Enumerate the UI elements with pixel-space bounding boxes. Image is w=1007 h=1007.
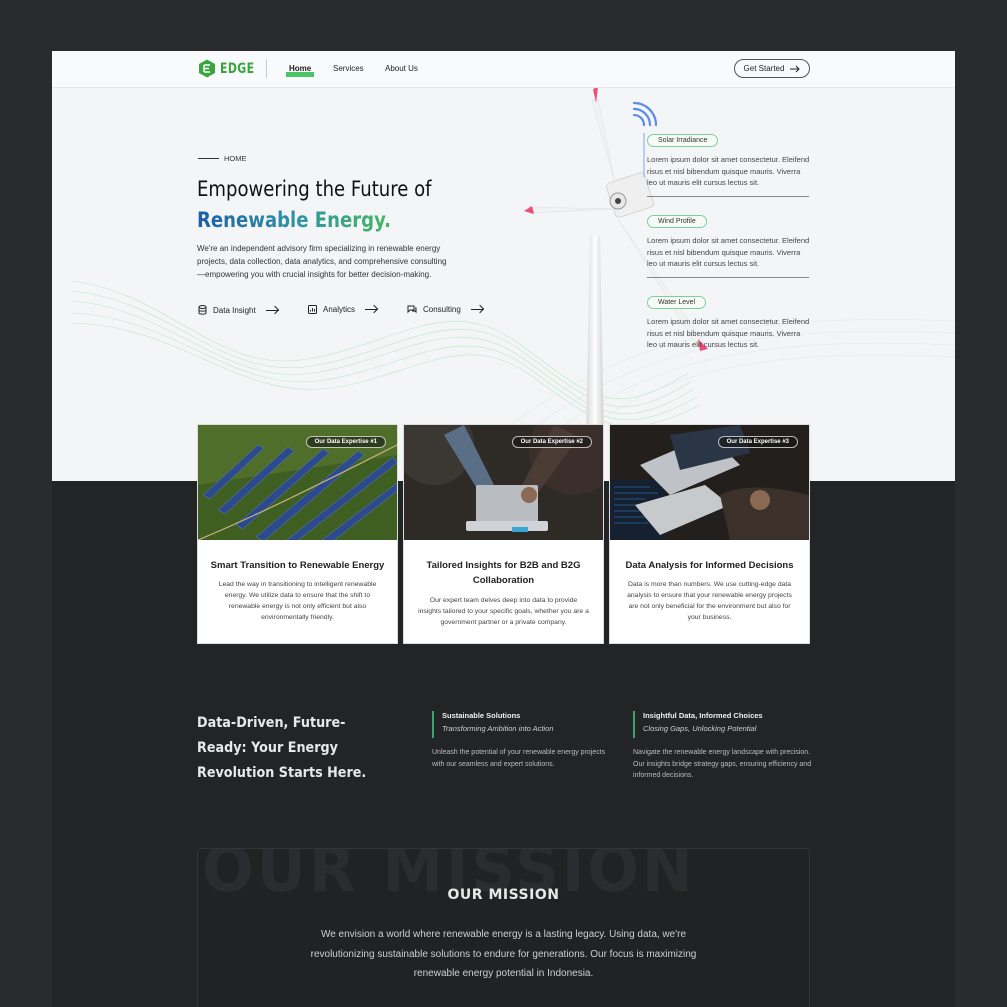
feature-subtitle: Transforming Ambition into Action	[442, 724, 554, 733]
hero-description: We're an independent advisory firm speci…	[197, 244, 447, 279]
feature-description: Navigate the renewable energy landscape …	[633, 749, 812, 779]
nav-divider	[266, 59, 267, 78]
mission-panel: OUR MISSION OUR MISSION We envision a wo…	[197, 848, 810, 1007]
card-badge: Our Data Expertise #2	[511, 436, 592, 448]
info-pill: Water Level	[647, 296, 707, 309]
card-description: Data is more than numbers. We use cuttin…	[627, 581, 792, 621]
feature-title: Insightful Data, Informed Choices	[643, 711, 763, 720]
card-badge: Our Data Expertise #1	[305, 436, 386, 448]
feature-subtitle: Closing Gaps, Unlocking Potential	[643, 724, 757, 733]
breadcrumb-label: HOME	[224, 154, 247, 163]
hero-section: EDGE Home Services About Us Get Started …	[52, 51, 955, 481]
solar-farm-image: Our Data Expertise #1	[198, 425, 397, 540]
expertise-card-3[interactable]: Our Data Expertise #3 Data Analysis for …	[609, 424, 810, 644]
consulting-label: Consulting	[423, 305, 461, 314]
expertise-cards: Our Data Expertise #1 Smart Transition t…	[197, 424, 810, 644]
expertise-card-2[interactable]: Our Data Expertise #2 Tailored Insights …	[403, 424, 604, 644]
hero-title-highlight: Renewable Energy.	[197, 208, 392, 232]
hero-title: Empowering the Future of	[197, 177, 432, 201]
feature-title: Sustainable Solutions	[442, 711, 521, 720]
feature-description: Unleash the potential of your renewable …	[432, 749, 606, 768]
nav-link-home[interactable]: Home	[289, 64, 311, 73]
info-text: Lorem ipsum dolor sit amet consectetur. …	[647, 236, 810, 268]
card-title: Tailored Insights for B2B and B2G Collab…	[426, 560, 581, 586]
hero-breadcrumb: HOME	[198, 154, 247, 163]
card-badge: Our Data Expertise #3	[717, 436, 798, 448]
arrow-right-icon	[265, 309, 278, 311]
analytics-link[interactable]: Analytics	[308, 305, 378, 314]
get-started-button[interactable]: Get Started	[734, 59, 810, 78]
brand-name: EDGE	[220, 60, 255, 77]
top-navbar: EDGE Home Services About Us Get Started	[52, 51, 955, 88]
info-text: Lorem ipsum dolor sit amet consectetur. …	[647, 155, 810, 187]
chat-icon	[407, 305, 417, 314]
card-description: Lead the way in transitioning to intelli…	[218, 581, 377, 621]
expertise-card-1[interactable]: Our Data Expertise #1 Smart Transition t…	[197, 424, 398, 644]
info-water-level: Water Level Lorem ipsum dolor sit amet c…	[647, 291, 812, 351]
breadcrumb-line	[198, 158, 219, 159]
card-title: Data Analysis for Informed Decisions	[625, 560, 794, 571]
card-title: Smart Transition to Renewable Energy	[210, 560, 385, 571]
info-divider	[647, 196, 809, 197]
hexagon-logo-icon	[199, 59, 215, 78]
arrow-right-icon	[790, 65, 801, 72]
feature-accent-bar	[633, 711, 635, 738]
section-heading: Data-Driven, Future-Ready: Your Energy R…	[197, 715, 367, 781]
mission-title: OUR MISSION	[447, 887, 560, 903]
data-insight-link[interactable]: Data Insight	[198, 305, 278, 315]
analytics-label: Analytics	[323, 305, 356, 314]
info-solar-irradiance: Solar Irradiance Lorem ipsum dolor sit a…	[647, 129, 812, 189]
nav-link-services[interactable]: Services	[333, 64, 364, 73]
data-insight-label: Data Insight	[213, 305, 256, 315]
info-pill: Wind Profile	[647, 215, 707, 228]
chart-icon	[308, 305, 317, 314]
arrow-right-icon	[365, 309, 378, 310]
database-icon	[198, 305, 207, 315]
get-started-label: Get Started	[743, 64, 785, 73]
nav-link-about-us[interactable]: About Us	[385, 64, 418, 73]
brand-logo[interactable]: EDGE	[198, 59, 264, 78]
card-description: Our expert team delves deep into data to…	[418, 597, 589, 626]
info-wind-profile: Wind Profile Lorem ipsum dolor sit amet …	[647, 210, 812, 270]
info-pill: Solar Irradiance	[647, 134, 719, 147]
team-laptop-image: Our Data Expertise #2	[404, 425, 603, 540]
feature-insightful-data: Insightful Data, Informed Choices Closin…	[633, 711, 813, 782]
page-frame: EDGE Home Services About Us Get Started …	[52, 51, 955, 1007]
feature-accent-bar	[432, 711, 434, 738]
arrow-right-icon	[470, 309, 483, 310]
info-text: Lorem ipsum dolor sit amet consectetur. …	[647, 317, 810, 349]
mission-text: We envision a world where renewable ener…	[310, 929, 697, 979]
consulting-link[interactable]: Consulting	[407, 305, 483, 314]
wifi-icon	[632, 101, 658, 127]
feature-sustainable-solutions: Sustainable Solutions Transforming Ambit…	[432, 711, 612, 770]
data-analysis-image: Our Data Expertise #3	[610, 425, 809, 540]
info-divider	[647, 277, 809, 278]
